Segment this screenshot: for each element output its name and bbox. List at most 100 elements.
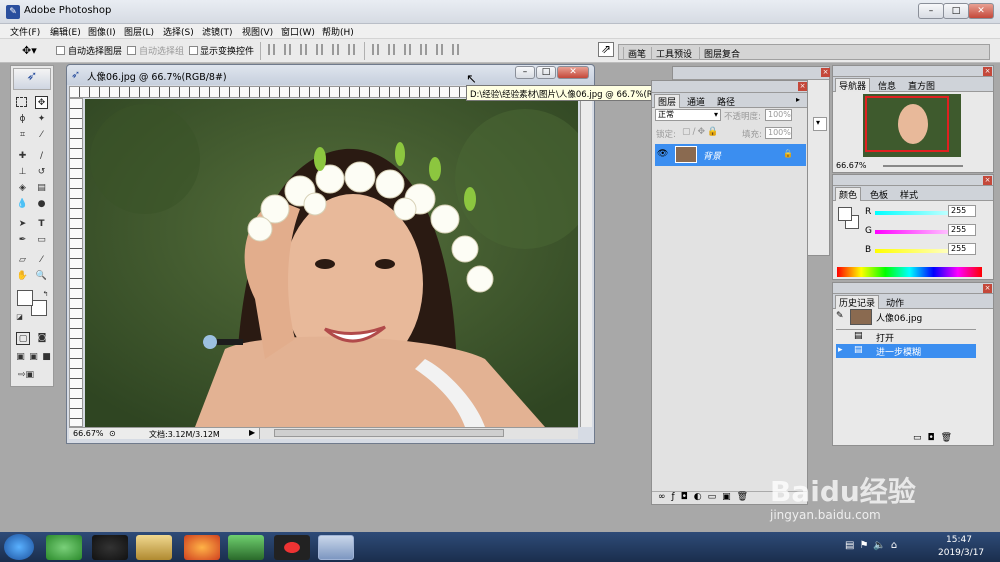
tab-navigator[interactable]: 导航器: [835, 78, 871, 92]
history-close-icon[interactable]: ×: [983, 284, 992, 293]
layer-row-background[interactable]: 👁 背景 🔒: [655, 144, 806, 166]
taskbar-firefox-icon[interactable]: [184, 535, 220, 560]
hand-tool-icon[interactable]: ✋: [16, 270, 29, 283]
clone-stamp-icon[interactable]: ⊥: [16, 166, 29, 179]
clock-date[interactable]: 2019/3/17: [938, 548, 984, 558]
distribute-right-icon[interactable]: [452, 44, 464, 55]
align-right-icon[interactable]: [348, 44, 360, 55]
menu-view[interactable]: 视图(V): [242, 25, 273, 38]
color-fg-swatch[interactable]: [838, 207, 852, 221]
type-tool-icon[interactable]: T: [35, 218, 48, 231]
menu-image[interactable]: 图像(I): [88, 25, 116, 38]
navigator-thumbnail[interactable]: [863, 94, 961, 157]
taskbar-photoshop-icon[interactable]: [318, 535, 354, 560]
well-tab-layer-comps[interactable]: 图层复合: [699, 47, 744, 60]
menu-help[interactable]: 帮助(H): [322, 25, 354, 38]
palette-close-icon[interactable]: ×: [821, 68, 830, 77]
opacity-input[interactable]: 100%: [765, 109, 792, 121]
taskbar-explorer-icon[interactable]: [136, 535, 172, 560]
well-tab-tool-presets[interactable]: 工具预设: [651, 47, 696, 60]
tab-histogram[interactable]: 直方图: [905, 79, 938, 92]
menu-layer[interactable]: 图层(L): [124, 25, 154, 38]
status-menu-arrow-icon[interactable]: ▶: [249, 428, 255, 437]
system-tray-icons[interactable]: ▤⚑🔈⌂: [845, 540, 902, 551]
tab-layers[interactable]: 图层: [654, 94, 681, 108]
canvas-image[interactable]: [85, 99, 578, 427]
distribute-hcenter-icon[interactable]: [436, 44, 448, 55]
r-input[interactable]: 255: [948, 205, 976, 217]
menu-window[interactable]: 窗口(W): [281, 25, 315, 38]
healing-brush-icon[interactable]: ✚: [16, 150, 29, 163]
auto-select-layer-checkbox[interactable]: [56, 46, 65, 55]
minimize-button[interactable]: –: [918, 3, 944, 19]
standard-mode-icon[interactable]: ▢: [16, 332, 30, 345]
tab-paths[interactable]: 路径: [714, 95, 738, 108]
align-hcenter-icon[interactable]: [332, 44, 344, 55]
path-select-tool-icon[interactable]: ➤: [16, 218, 29, 231]
lasso-tool-icon[interactable]: ϕ: [16, 113, 29, 126]
tab-swatches[interactable]: 色板: [867, 188, 891, 201]
jump-to-imageready-icon[interactable]: ⇨▣: [16, 369, 36, 382]
horizontal-scroll-thumb[interactable]: [274, 429, 504, 437]
navigator-zoom-value[interactable]: 66.67%: [836, 161, 867, 170]
show-transform-checkbox[interactable]: [189, 46, 198, 55]
lock-options-icon[interactable]: ▢∕✥🔒: [682, 127, 720, 137]
swap-colors-icon[interactable]: ↰: [39, 288, 52, 301]
move-tool-preset-icon[interactable]: ✥▾: [22, 44, 37, 57]
tab-color[interactable]: 颜色: [835, 187, 862, 201]
distribute-left-icon[interactable]: [420, 44, 432, 55]
notes-tool-icon[interactable]: ▱: [16, 254, 29, 267]
history-brush-icon[interactable]: ↺: [35, 166, 48, 179]
navigator-close-icon[interactable]: ×: [983, 67, 992, 76]
eyedropper-tool-icon[interactable]: ⁄: [35, 254, 48, 267]
menu-select[interactable]: 选择(S): [163, 25, 194, 38]
taskbar-media-icon[interactable]: [228, 535, 264, 560]
file-browser-icon[interactable]: ⇗: [598, 42, 614, 57]
close-button[interactable]: ✕: [968, 3, 994, 19]
menu-filter[interactable]: 滤镜(T): [202, 25, 233, 38]
g-input[interactable]: 255: [948, 224, 976, 236]
default-colors-icon[interactable]: ◪: [13, 311, 26, 324]
menu-edit[interactable]: 编辑(E): [50, 25, 81, 38]
distribute-vcenter-icon[interactable]: [388, 44, 400, 55]
foreground-color-swatch[interactable]: [17, 290, 33, 306]
align-bottom-icon[interactable]: [300, 44, 312, 55]
layers-close-icon[interactable]: ×: [798, 82, 807, 91]
fill-input[interactable]: 100%: [765, 127, 792, 139]
taskbar-app-green-icon[interactable]: [46, 535, 82, 560]
quick-mask-mode-icon[interactable]: ◙: [35, 332, 49, 345]
color-spectrum-bar[interactable]: [837, 267, 982, 277]
b-input[interactable]: 255: [948, 243, 976, 255]
menu-file[interactable]: 文件(F): [10, 25, 40, 38]
vertical-scrollbar[interactable]: [580, 86, 592, 427]
history-item-selected[interactable]: ▸ ▤ 进一步模糊: [836, 344, 976, 358]
shape-tool-icon[interactable]: ▭: [35, 234, 48, 247]
distribute-bottom-icon[interactable]: [404, 44, 416, 55]
history-footer-icons[interactable]: ▭◘🗑: [913, 433, 958, 443]
doc-minimize-button[interactable]: –: [515, 66, 535, 79]
screen-mode-menu-icon[interactable]: ▣: [27, 351, 40, 364]
magic-wand-tool-icon[interactable]: ✦: [35, 113, 48, 126]
screen-mode-full-icon[interactable]: ■: [40, 351, 53, 364]
background-color-swatch[interactable]: [31, 300, 47, 316]
visibility-eye-icon[interactable]: 👁: [657, 149, 668, 159]
history-snapshot-row[interactable]: ✎ 人像06.jpg: [836, 309, 976, 325]
navigator-zoom-slider[interactable]: [883, 165, 963, 167]
distribute-top-icon[interactable]: [372, 44, 384, 55]
blur-tool-icon[interactable]: 💧: [16, 198, 29, 211]
blend-mode-select[interactable]: 正常 ▾: [655, 109, 721, 121]
eraser-tool-icon[interactable]: ◈: [16, 182, 29, 195]
move-tool-icon[interactable]: ✥: [35, 96, 48, 109]
zoom-tool-icon[interactable]: 🔍: [35, 270, 48, 283]
taskbar-qq-icon[interactable]: [92, 535, 128, 560]
brush-tool-icon[interactable]: ∕: [35, 150, 48, 163]
tab-actions[interactable]: 动作: [883, 296, 907, 309]
screen-mode-standard-icon[interactable]: ▣: [14, 351, 27, 364]
start-button[interactable]: [4, 534, 34, 560]
dodge-tool-icon[interactable]: ●: [35, 198, 48, 211]
slice-tool-icon[interactable]: ⁄: [35, 129, 48, 142]
marquee-tool-icon[interactable]: [16, 97, 27, 107]
taskbar-recorder-icon[interactable]: [274, 535, 310, 560]
align-top-icon[interactable]: [268, 44, 280, 55]
well-tab-brushes[interactable]: 画笔: [623, 47, 650, 60]
